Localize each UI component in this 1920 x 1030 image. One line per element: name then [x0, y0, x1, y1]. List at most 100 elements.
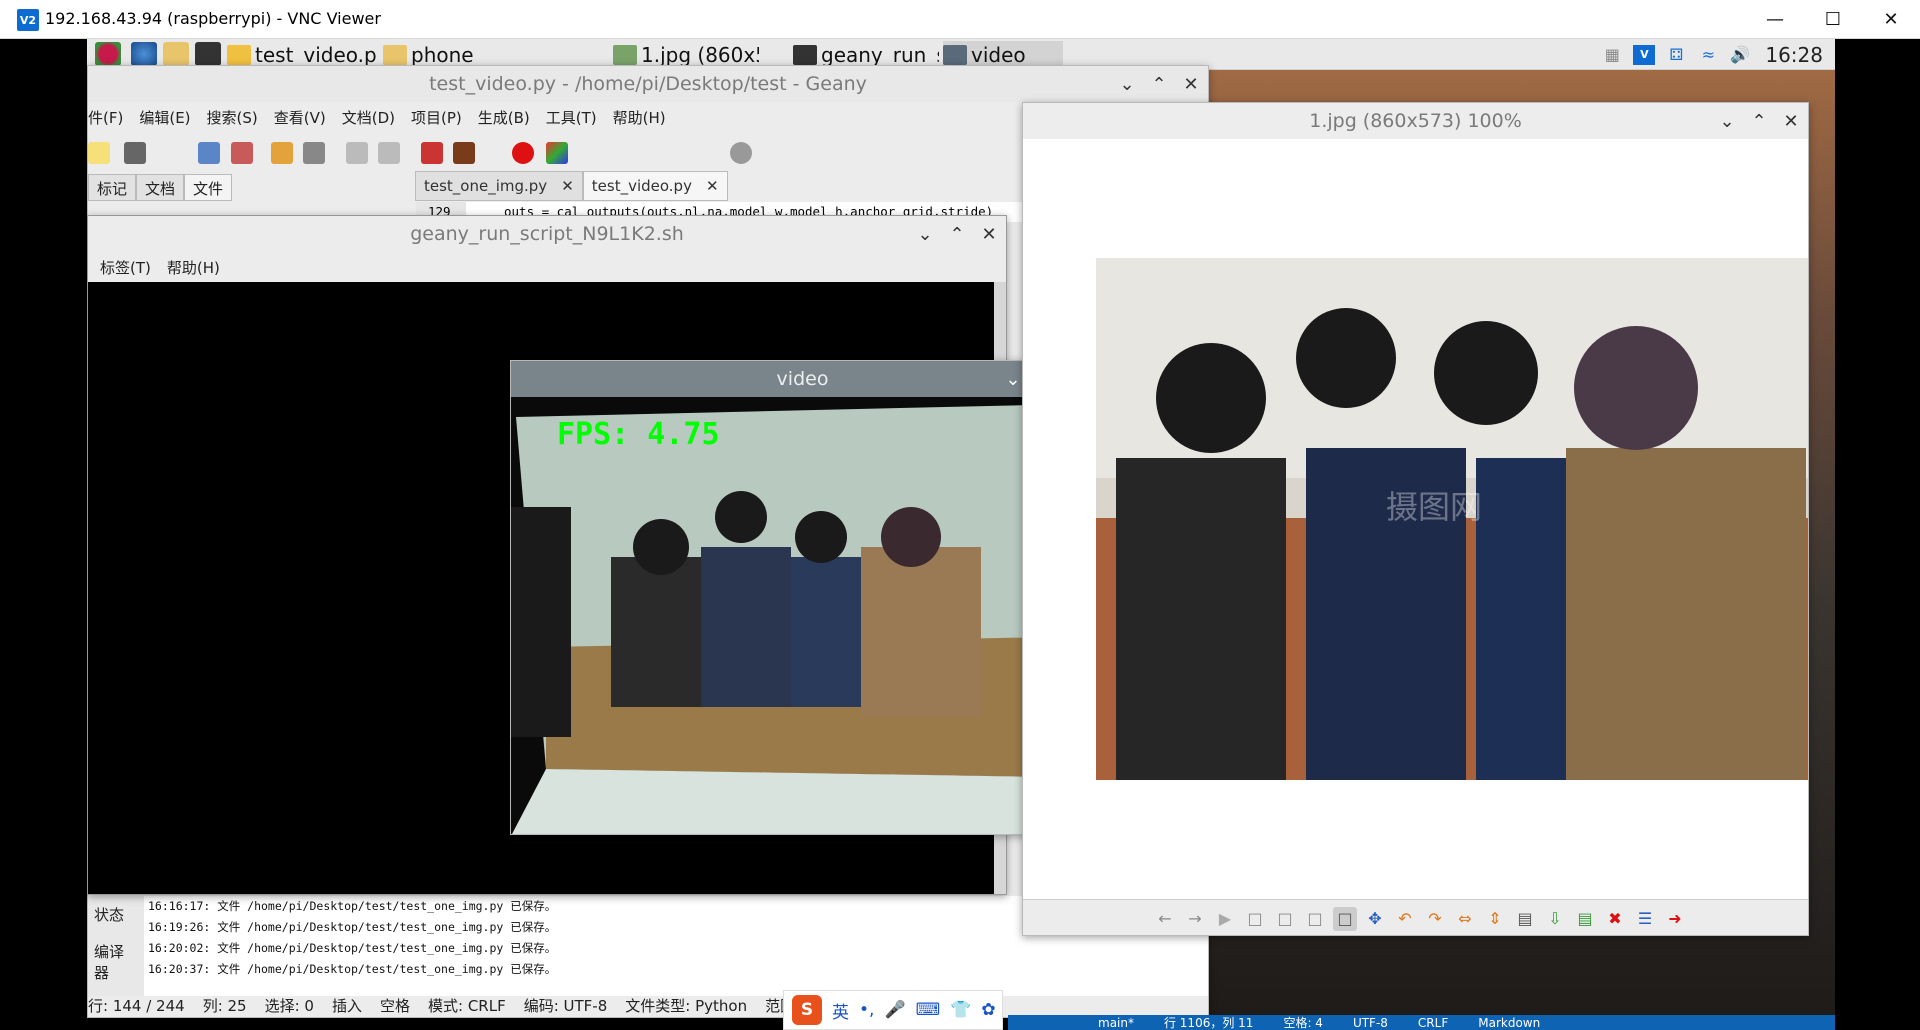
menu-help[interactable]: 帮助(H) — [167, 257, 220, 278]
save-icon[interactable] — [198, 142, 220, 164]
raspberry-menu-icon[interactable] — [95, 42, 121, 66]
volume-icon[interactable]: 🔊 — [1729, 45, 1751, 65]
vnc-tray-icon[interactable]: V — [1633, 44, 1656, 65]
back-icon[interactable] — [346, 142, 368, 164]
menu-tools[interactable]: 工具(T) — [546, 107, 597, 128]
microphone-icon[interactable]: 🎤 — [884, 1000, 905, 1020]
close-file-icon[interactable] — [303, 142, 325, 164]
build-icon[interactable] — [453, 142, 475, 164]
fullscreen-icon[interactable]: ✥ — [1363, 907, 1387, 931]
rotate-right-icon[interactable]: ↷ — [1423, 907, 1447, 931]
minimize-button[interactable]: ⌄ — [1004, 369, 1022, 390]
editor-tab[interactable]: test_one_img.py ✕ — [415, 171, 583, 201]
forward-icon[interactable] — [378, 142, 400, 164]
execute-icon[interactable] — [512, 142, 534, 164]
sogou-ime-icon[interactable]: S — [792, 995, 822, 1025]
menu-edit[interactable]: 编辑(E) — [139, 107, 190, 128]
branch-label[interactable]: main* — [1098, 1016, 1134, 1030]
window-controls: ⌄ ⌃ ✕ — [916, 216, 998, 252]
bluetooth-icon[interactable]: ⚃ — [1665, 45, 1687, 65]
skin-icon[interactable]: 👕 — [950, 1000, 971, 1020]
tab-files[interactable]: 文件 — [184, 174, 233, 201]
quit-icon[interactable]: ➜ — [1663, 907, 1687, 931]
close-button[interactable]: ✕ — [1182, 74, 1200, 95]
cpu-monitor-icon[interactable]: ▦ — [1601, 45, 1623, 65]
fit-icon[interactable]: □ — [1303, 907, 1327, 931]
play-icon[interactable]: ▶ — [1213, 907, 1237, 931]
editor-tab[interactable]: test_video.py ✕ — [582, 171, 728, 201]
preferences-icon[interactable]: ☰ — [1633, 907, 1657, 931]
encoding-label[interactable]: UTF-8 — [1353, 1016, 1388, 1030]
color-chooser-icon[interactable] — [546, 142, 568, 164]
cursor-position[interactable]: 行 1106，列 11 — [1164, 1015, 1253, 1030]
close-button[interactable]: ✕ — [1862, 0, 1920, 39]
menu-tabs[interactable]: 标签(T) — [100, 257, 151, 278]
status-encoding: 编码: UTF-8 — [523, 996, 608, 1015]
tab-label: test_one_img.py — [424, 177, 548, 195]
minimize-button[interactable]: ⌄ — [1718, 111, 1736, 132]
task-image-viewer[interactable]: 1.jpg (860x57... — [613, 41, 759, 68]
prev-icon[interactable]: ← — [1153, 907, 1177, 931]
status-col: 列: 25 — [202, 996, 247, 1015]
save-icon[interactable]: ⇩ — [1543, 907, 1567, 931]
delete-icon[interactable]: ✖ — [1603, 907, 1627, 931]
flip-vertical-icon[interactable]: ⇕ — [1483, 907, 1507, 931]
close-button[interactable]: ✕ — [980, 224, 998, 245]
original-size-icon[interactable]: □ — [1333, 906, 1357, 931]
close-button[interactable]: ✕ — [1782, 111, 1800, 132]
save-all-icon[interactable] — [231, 142, 253, 164]
save-as-icon[interactable]: ▤ — [1573, 907, 1597, 931]
new-file-icon[interactable] — [88, 142, 110, 164]
eol-label[interactable]: CRLF — [1418, 1016, 1448, 1030]
revert-icon[interactable] — [271, 142, 293, 164]
task-video[interactable]: video — [943, 41, 1063, 68]
menu-project[interactable]: 项目(P) — [411, 107, 462, 128]
browser-icon[interactable] — [131, 42, 157, 66]
menu-build[interactable]: 生成(B) — [478, 107, 530, 128]
close-icon[interactable]: ✕ — [561, 177, 574, 195]
minimize-button[interactable]: ⌄ — [916, 224, 934, 245]
search-icon[interactable] — [730, 142, 752, 164]
tab-documents[interactable]: 文档 — [136, 174, 185, 201]
menu-help[interactable]: 帮助(H) — [613, 107, 666, 128]
punctuation-icon[interactable]: •, — [859, 1000, 874, 1020]
folder-icon[interactable] — [163, 42, 189, 66]
terminal-icon[interactable] — [195, 42, 221, 66]
language-mode[interactable]: Markdown — [1478, 1016, 1540, 1030]
maximize-button[interactable]: ⌃ — [948, 224, 966, 245]
maximize-button[interactable]: ☐ — [1804, 0, 1862, 39]
flip-horizontal-icon[interactable]: ⇔ — [1453, 907, 1477, 931]
zoom-out-icon[interactable]: □ — [1243, 907, 1267, 931]
open-icon[interactable]: ▤ — [1513, 907, 1537, 931]
indent-setting[interactable]: 空格: 4 — [1283, 1015, 1323, 1030]
terminal-icon — [793, 44, 817, 65]
open-file-icon[interactable] — [124, 142, 146, 164]
menu-view[interactable]: 查看(V) — [274, 107, 326, 128]
menu-search[interactable]: 搜索(S) — [207, 107, 258, 128]
toolbox-icon[interactable]: ✿ — [981, 1000, 995, 1020]
rotate-left-icon[interactable]: ↶ — [1393, 907, 1417, 931]
photo: 摄图网 — [1096, 258, 1808, 780]
vnc-app-icon: V2 — [17, 9, 39, 31]
task-run-script[interactable]: geany_run_scr... — [793, 41, 939, 68]
tab-status[interactable]: 状态 — [88, 896, 144, 933]
task-geany[interactable]: test_video.py -... — [227, 41, 377, 68]
task-phone[interactable]: phone — [383, 41, 523, 68]
keyboard-icon[interactable]: ⌨ — [916, 1000, 941, 1020]
maximize-button[interactable]: ⌃ — [1750, 111, 1768, 132]
maximize-button[interactable]: ⌃ — [1150, 74, 1168, 95]
wifi-icon[interactable]: ≈ — [1697, 45, 1719, 65]
zoom-in-icon[interactable]: □ — [1273, 907, 1297, 931]
tab-symbols[interactable]: 标记 — [88, 174, 137, 201]
watermark-text: 摄图网 — [1386, 488, 1482, 526]
menu-document[interactable]: 文档(D) — [342, 107, 395, 128]
minimize-button[interactable]: ⌄ — [1118, 74, 1136, 95]
tab-compiler[interactable]: 编译器 — [88, 933, 144, 991]
next-icon[interactable]: → — [1183, 907, 1207, 931]
close-icon[interactable]: ✕ — [706, 177, 719, 195]
video-window: video ⌄ ⌃ ✕ FPS: 4.75 — [510, 360, 1095, 835]
ime-language-toggle[interactable]: 英 — [832, 998, 849, 1023]
compile-icon[interactable] — [421, 142, 443, 164]
menu-file[interactable]: 件(F) — [88, 107, 123, 128]
minimize-button[interactable]: — — [1746, 0, 1804, 39]
